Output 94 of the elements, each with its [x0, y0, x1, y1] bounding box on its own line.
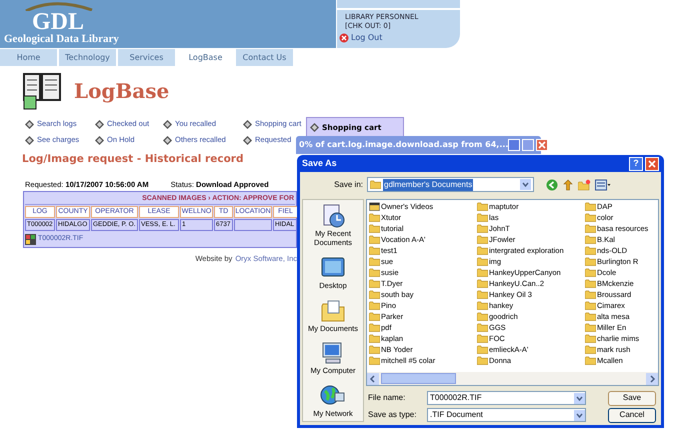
folder-document-icon	[320, 298, 346, 324]
logo-initials: GDL	[32, 11, 84, 33]
folder-icon	[585, 356, 596, 365]
new-folder-icon[interactable]	[578, 178, 591, 190]
folder-icon	[369, 235, 380, 244]
scrollbar-thumb[interactable]	[381, 373, 456, 384]
folder-icon	[585, 268, 596, 277]
dialog-title: Save As	[302, 156, 337, 170]
back-icon[interactable]	[546, 178, 558, 190]
save-in-value: gdlmember's Documents	[383, 178, 474, 190]
folder-icon	[370, 180, 381, 189]
folder-icon	[585, 213, 596, 222]
file-type-label: Save as type:	[367, 409, 418, 421]
folder-icon	[477, 312, 488, 321]
diamond-bullet-icon	[25, 120, 34, 128]
folder-icon	[585, 323, 596, 332]
folder-icon	[477, 213, 488, 222]
roof-logo-icon	[24, 1, 94, 11]
diamond-bullet-icon	[25, 136, 34, 144]
folder-icon	[369, 268, 380, 277]
nav-tab[interactable]: Services	[118, 49, 175, 66]
download-window-title: 0% of cart.log.image.download.asp from 64,...	[299, 139, 508, 151]
scroll-right-button[interactable]	[646, 372, 658, 384]
folder-icon	[369, 257, 380, 266]
diamond-bullet-icon	[243, 120, 252, 128]
folder-icon	[369, 279, 380, 288]
folder-icon	[477, 279, 488, 288]
image-file-icon	[25, 234, 36, 245]
nav-tab[interactable]: Technology	[59, 49, 116, 66]
nav-tab[interactable]: Home	[0, 49, 57, 66]
folder-icon	[477, 268, 488, 277]
folder-icon	[585, 312, 596, 321]
minimize-icon[interactable]	[508, 139, 520, 151]
maximize-icon[interactable]	[522, 139, 534, 151]
diamond-bullet-icon	[243, 136, 252, 144]
save-button[interactable]: Save	[608, 390, 656, 406]
horizontal-scrollbar[interactable]	[367, 372, 658, 385]
folder-icon	[369, 323, 380, 332]
folder-icon	[477, 323, 488, 332]
file-name-label: File name:	[367, 392, 406, 404]
file-name-field[interactable]: T000002R.TIF	[427, 391, 586, 405]
folder-icon	[477, 202, 488, 211]
folder-icon	[585, 235, 596, 244]
folder-icon	[585, 246, 596, 255]
diamond-bullet-icon	[95, 136, 104, 144]
page-title: Log/Image request - Historical record	[22, 152, 244, 167]
folder-icon	[369, 301, 380, 310]
folder-icon	[477, 257, 488, 266]
folder-icon	[585, 279, 596, 288]
folder-icon	[585, 257, 596, 266]
log-files-icon	[22, 71, 64, 111]
folder-icon	[477, 246, 488, 255]
folder-icon	[477, 290, 488, 299]
cancel-button[interactable]: Cancel	[608, 408, 656, 422]
file-type-dropdown[interactable]: .TIF Document	[427, 408, 586, 422]
save-in-label: Save in:	[333, 178, 364, 190]
folder-icon	[369, 334, 380, 343]
scroll-left-button[interactable]	[367, 372, 379, 384]
folder-icon	[369, 356, 380, 365]
diamond-bullet-icon	[163, 120, 172, 128]
diamond-bullet-icon	[310, 123, 319, 132]
folder-icon	[369, 246, 380, 255]
folder-icon	[477, 224, 488, 233]
folder-icon	[477, 301, 488, 310]
table-cell	[234, 218, 272, 231]
logout-icon	[339, 32, 349, 42]
folder-icon	[585, 345, 596, 354]
close-icon[interactable]	[536, 139, 548, 151]
save-in-dropdown[interactable]: gdlmember's Documents	[367, 177, 534, 192]
folder-icon	[477, 356, 488, 365]
video-folder-icon	[369, 202, 380, 211]
folder-icon	[477, 334, 488, 343]
logout-link[interactable]: Log Out	[339, 32, 460, 43]
folder-icon	[369, 213, 380, 222]
folder-icon	[369, 345, 380, 354]
app-title: LogBase	[74, 78, 170, 105]
folder-icon	[477, 345, 488, 354]
folder-icon	[369, 312, 380, 321]
logo-name: Geological Data Library	[4, 33, 119, 45]
help-icon[interactable]: ?	[629, 156, 643, 170]
folder-icon	[585, 202, 596, 211]
diamond-bullet-icon	[163, 136, 172, 144]
diamond-bullet-icon	[95, 120, 104, 128]
folder-icon	[585, 224, 596, 233]
folder-icon	[477, 235, 488, 244]
folder-icon	[369, 290, 380, 299]
folder-icon	[585, 301, 596, 310]
folder-icon	[369, 224, 380, 233]
up-folder-icon[interactable]	[562, 178, 574, 190]
close-icon[interactable]	[645, 156, 659, 170]
folder-icon	[585, 334, 596, 343]
views-icon[interactable]	[595, 178, 611, 190]
nav-tab[interactable]: Contact Us	[236, 49, 293, 66]
folder-icon	[585, 290, 596, 299]
